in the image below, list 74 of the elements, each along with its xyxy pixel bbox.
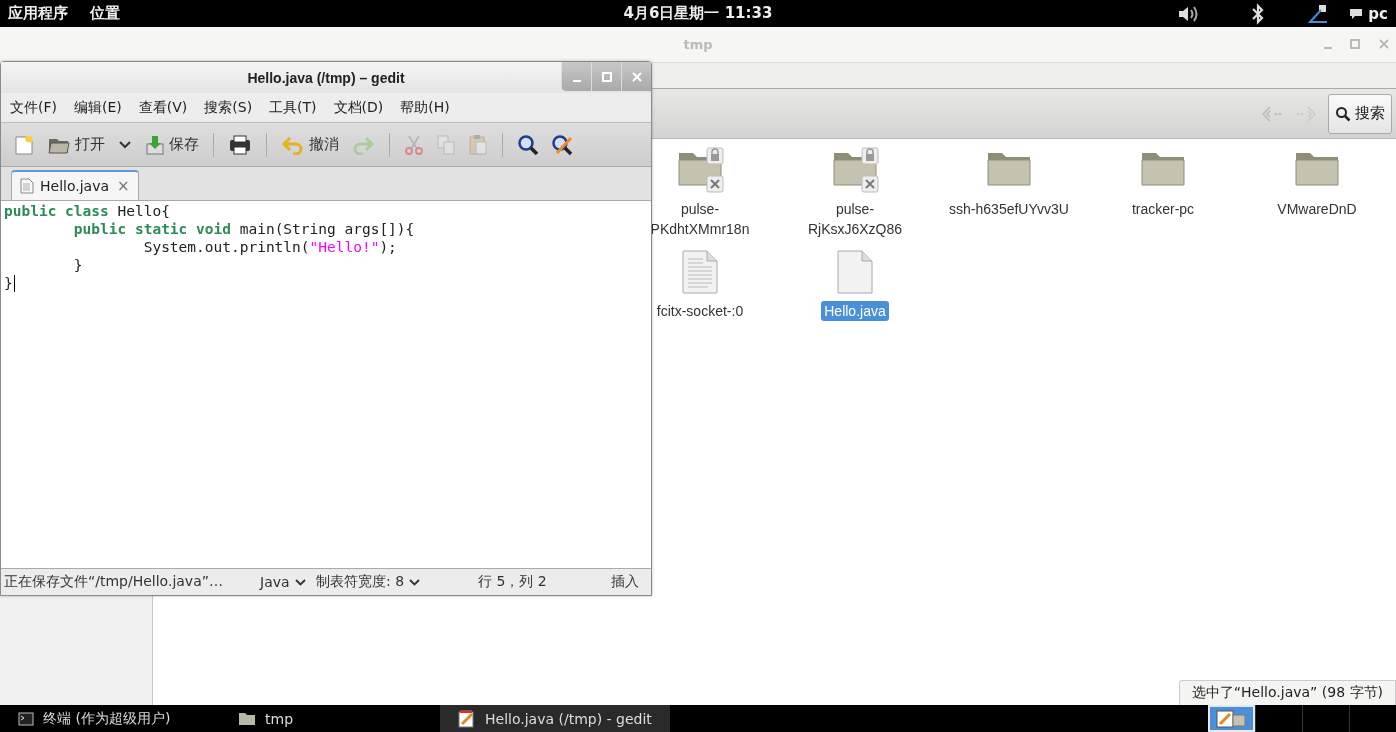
caret-icon bbox=[294, 578, 306, 586]
minimize-icon bbox=[572, 79, 581, 82]
insert-mode: 插入 bbox=[611, 573, 639, 591]
folder-icon bbox=[238, 711, 256, 726]
terminal-icon bbox=[18, 711, 34, 726]
file-icon[interactable] bbox=[835, 249, 875, 295]
toolbar-button[interactable]: 打开 bbox=[43, 130, 109, 159]
code-line: } bbox=[72, 256, 83, 274]
caret-icon bbox=[119, 140, 131, 149]
document-icon bbox=[20, 178, 34, 194]
menu-item[interactable]: 工具(T) bbox=[269, 98, 317, 117]
menu-item[interactable]: 查看(V) bbox=[138, 98, 188, 117]
file-name[interactable]: ssh-h635efUYvv3U bbox=[946, 199, 1072, 219]
taskbar-item[interactable]: 终端 (作为超级用户) bbox=[0, 705, 220, 732]
maximize-button[interactable] bbox=[591, 62, 621, 91]
close-icon bbox=[630, 70, 643, 83]
save-icon bbox=[145, 133, 165, 156]
file-name[interactable]: fcitx-socket-:0 bbox=[653, 301, 747, 321]
window-title: tmp bbox=[683, 37, 713, 52]
bluetooth-icon[interactable] bbox=[1251, 2, 1266, 25]
cable-icon[interactable] bbox=[1307, 2, 1330, 25]
code-line: public class Hello{ bbox=[4, 202, 170, 220]
search-replace-icon bbox=[551, 133, 575, 156]
toolbar-button[interactable]: 保存 bbox=[141, 130, 203, 159]
window-thumbnails-icon bbox=[1214, 709, 1249, 728]
scissors-icon bbox=[404, 133, 424, 156]
maximize-icon[interactable] bbox=[1349, 38, 1361, 50]
locked-folder-icon[interactable] bbox=[831, 147, 879, 193]
close-button[interactable] bbox=[621, 62, 651, 91]
file-name[interactable]: VMwareDnD bbox=[1274, 199, 1360, 219]
tab-width-selector[interactable]: 制表符宽度: 8 bbox=[316, 573, 466, 591]
menu-item[interactable]: 帮助(H) bbox=[400, 98, 450, 117]
code-line: } bbox=[4, 274, 15, 292]
clipboard-icon bbox=[468, 133, 488, 156]
taskbar-item[interactable]: tmp bbox=[220, 705, 440, 732]
menu-item[interactable]: 文档(D) bbox=[333, 98, 384, 117]
new-document-icon bbox=[13, 133, 35, 156]
status-message: 正在保存文件“/tmp/Hello.java”… bbox=[4, 573, 224, 591]
printer-icon bbox=[228, 133, 252, 156]
menu-item[interactable]: 文件(F) bbox=[10, 98, 57, 117]
menu-item[interactable]: 搜索(S) bbox=[204, 98, 253, 117]
close-tab-button[interactable]: × bbox=[117, 177, 130, 195]
taskbar-item[interactable]: Hello.java (/tmp) - gedit bbox=[440, 705, 670, 732]
maximize-icon bbox=[600, 70, 613, 83]
tab-label: Hello.java bbox=[40, 178, 110, 194]
window-title: Hello.java (/tmp) – gedit bbox=[247, 69, 405, 86]
caret-icon bbox=[409, 578, 421, 586]
file-name[interactable]: tracker-pc bbox=[1128, 199, 1198, 219]
cursor-position: 行 5，列 2 bbox=[478, 573, 548, 591]
redo-icon bbox=[351, 134, 375, 155]
panel-menu[interactable]: 位置 bbox=[90, 4, 120, 23]
text-file-icon[interactable] bbox=[680, 249, 720, 295]
text-editor-icon bbox=[458, 709, 476, 728]
code-line: public static void main(String args[]){ bbox=[72, 220, 415, 238]
clock[interactable]: 4月6日星期一 11:33 bbox=[578, 4, 818, 23]
copy-icon bbox=[436, 133, 456, 156]
code-line: System.out.println("Hello!"); bbox=[142, 238, 397, 256]
user-name[interactable]: pc bbox=[1368, 4, 1388, 23]
search-icon bbox=[1335, 105, 1351, 122]
file-name[interactable]: pulse- RjKsxJ6XzQ86 bbox=[804, 199, 906, 239]
menu-item[interactable]: 编辑(E) bbox=[74, 98, 122, 117]
minimize-button[interactable] bbox=[561, 62, 591, 91]
back-icon[interactable] bbox=[1260, 103, 1284, 124]
search-button[interactable]: 搜索 bbox=[1328, 93, 1392, 134]
close-icon[interactable] bbox=[1378, 38, 1390, 50]
panel-menu[interactable]: 应用程序 bbox=[8, 4, 68, 23]
chat-icon[interactable] bbox=[1349, 6, 1364, 21]
language-selector[interactable]: Java bbox=[260, 574, 314, 590]
document-tab[interactable]: Hello.java × bbox=[11, 170, 139, 200]
search-icon bbox=[517, 133, 539, 156]
toolbar-button[interactable]: 撤消 bbox=[277, 131, 343, 158]
locked-folder-icon[interactable] bbox=[676, 147, 724, 193]
status-tooltip: 选中了“Hello.java” (98 字节) bbox=[1178, 680, 1396, 705]
undo-icon bbox=[281, 134, 305, 155]
